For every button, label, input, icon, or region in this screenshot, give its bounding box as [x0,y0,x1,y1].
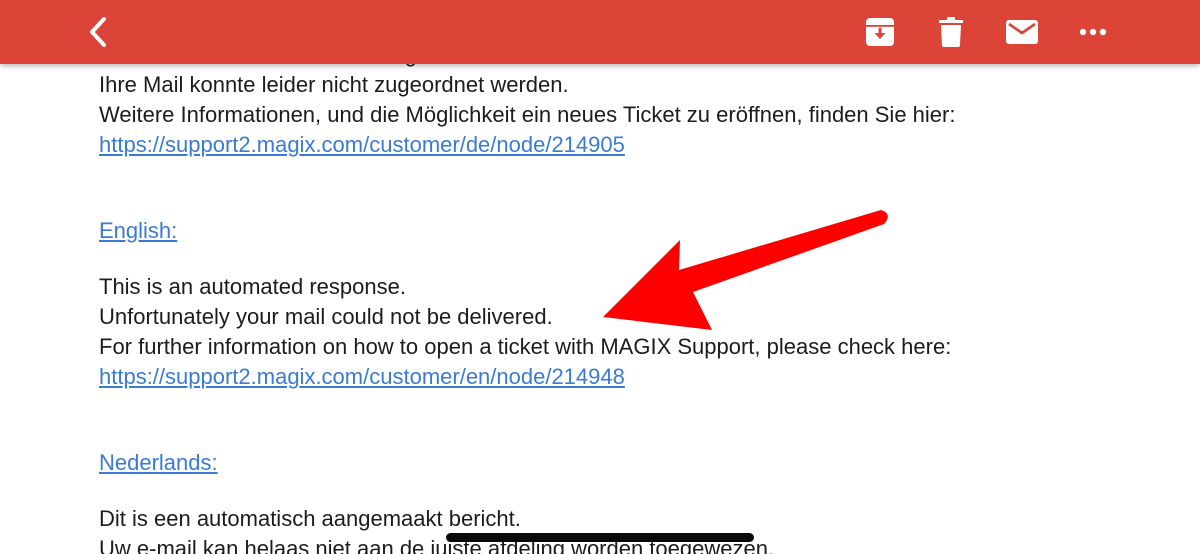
german-line-2: Ihre Mail konnte leider nicht zugeordnet… [99,72,569,97]
email-screen: Dies ist eine automatisch erzeugte Nachr… [0,0,1200,554]
english-heading-link[interactable]: English: [99,218,177,243]
german-link-line: https://support2.magix.com/customer/de/n… [99,130,1179,160]
english-line-3: For further information on how to open a… [99,334,952,359]
mail-icon [1006,20,1038,44]
more-icon [1079,28,1107,36]
archive-icon [866,18,894,46]
trash-icon [939,17,963,47]
dutch-line-1: Dit is een automatisch aangemaakt berich… [99,506,521,531]
home-indicator[interactable] [446,533,754,542]
english-line-1: This is an automated response. [99,274,406,299]
archive-button[interactable] [850,0,910,64]
back-button[interactable] [68,0,128,64]
more-options-button[interactable] [1063,0,1123,64]
back-icon [90,17,106,47]
german-line-3: Weitere Informationen, und die Möglichke… [99,102,956,127]
english-heading-line: English: [99,216,1179,246]
english-support-link[interactable]: https://support2.magix.com/customer/en/n… [99,364,625,389]
email-body: Dies ist eine automatisch erzeugte Nachr… [99,40,1179,554]
german-support-link[interactable]: https://support2.magix.com/customer/de/n… [99,132,625,157]
english-link-line: https://support2.magix.com/customer/en/n… [99,362,1179,392]
english-line-2: Unfortunately your mail could not be del… [99,304,553,329]
dutch-heading-line: Nederlands: [99,448,1179,478]
mark-unread-button[interactable] [992,0,1052,64]
delete-button[interactable] [921,0,981,64]
dutch-heading-link[interactable]: Nederlands: [99,450,218,475]
app-toolbar [0,0,1200,64]
